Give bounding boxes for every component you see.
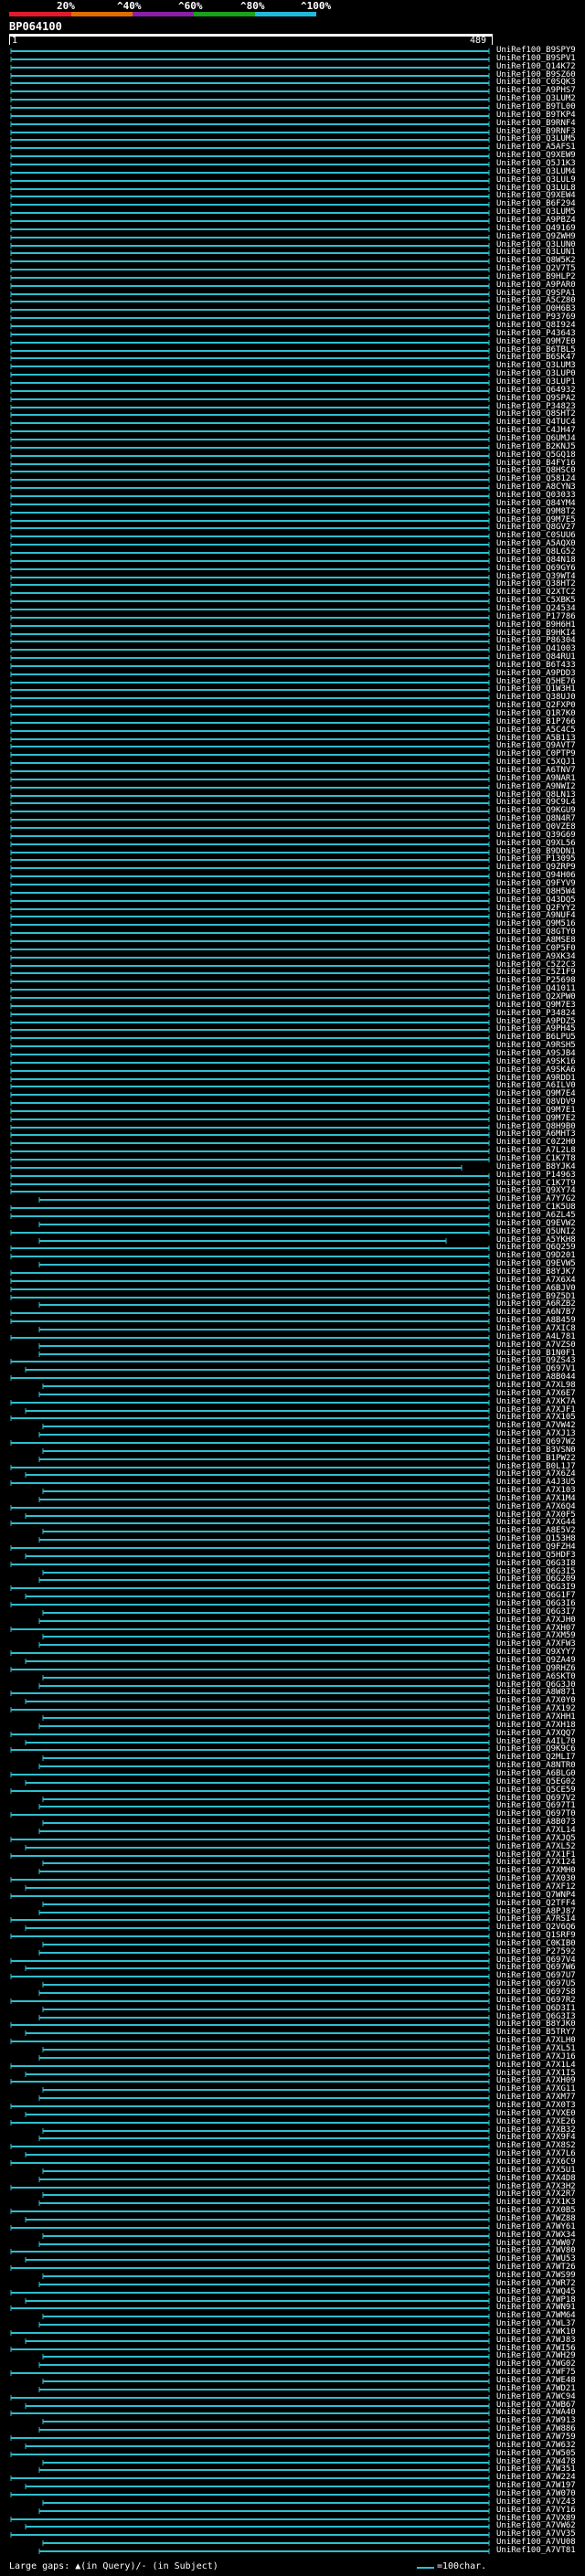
gap-legend: Large gaps: ▲(in Query)/- (in Subject) [9, 2561, 218, 2571]
scale-legend-line [417, 2567, 434, 2569]
alignment-overview: { "colors": { "background": "#000000", "… [0, 0, 585, 2576]
scale-legend-text: =100char. [437, 2561, 487, 2571]
hit-label[interactable]: UniRef100_A7VT81 [496, 2547, 576, 2555]
